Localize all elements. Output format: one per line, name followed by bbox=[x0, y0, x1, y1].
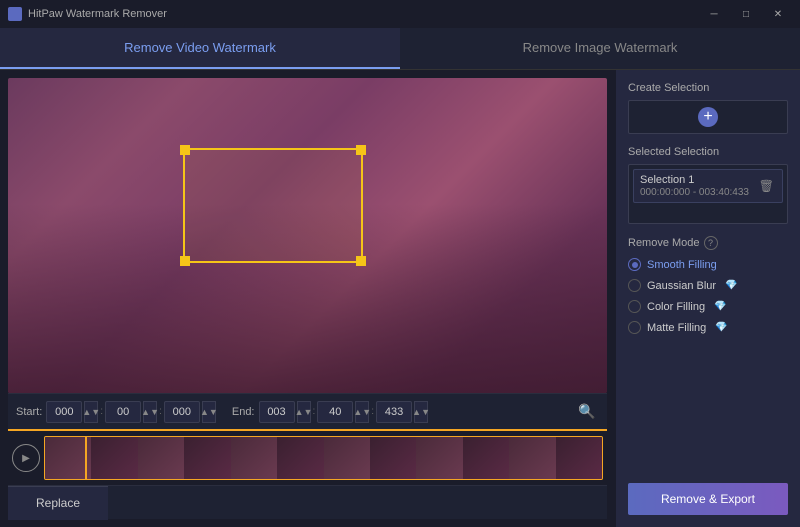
filmstrip-frame bbox=[556, 437, 602, 479]
end-minutes-spin[interactable]: ▲▼ bbox=[355, 401, 369, 423]
smooth-filling-label: Smooth Filling bbox=[647, 259, 717, 271]
start-minutes-spin[interactable]: ▲▼ bbox=[143, 401, 157, 423]
filmstrip-frame bbox=[184, 437, 230, 479]
premium-icon-matte: 💎 bbox=[715, 322, 727, 333]
end-hours-spin[interactable]: ▲▼ bbox=[297, 401, 311, 423]
gaussian-blur-label: Gaussian Blur bbox=[647, 280, 716, 292]
selection-list: Selection 1 000:00:000 - 003:40:433 🗑 bbox=[628, 164, 788, 224]
play-icon: ▶ bbox=[22, 453, 30, 464]
selection-name: Selection 1 bbox=[640, 174, 749, 186]
titlebar-controls: ─ □ ✕ bbox=[700, 4, 792, 24]
restore-button[interactable]: □ bbox=[732, 4, 760, 24]
start-minutes-input[interactable] bbox=[105, 401, 141, 423]
tabbar: Remove Video Watermark Remove Image Wate… bbox=[0, 28, 800, 70]
start-time-group: ▲▼ : ▲▼ : ▲▼ bbox=[46, 401, 216, 423]
bottom-bar: Replace bbox=[8, 485, 607, 519]
filmstrip-frame bbox=[463, 437, 509, 479]
end-minutes-input[interactable] bbox=[317, 401, 353, 423]
video-background bbox=[8, 78, 607, 393]
end-seconds-spin[interactable]: ▲▼ bbox=[414, 401, 428, 423]
start-hours-spin[interactable]: ▲▼ bbox=[84, 401, 98, 423]
play-button[interactable]: ▶ bbox=[12, 444, 40, 472]
remove-mode-title: Remove Mode ? bbox=[628, 236, 788, 250]
filmstrip-frame bbox=[91, 437, 137, 479]
create-selection-area[interactable]: + bbox=[628, 100, 788, 134]
search-button[interactable]: 🔍 bbox=[575, 400, 599, 424]
color-filling-label: Color Filling bbox=[647, 301, 705, 313]
radio-outer-gaussian bbox=[628, 279, 641, 292]
radio-color-filling[interactable]: Color Filling 💎 bbox=[628, 300, 788, 313]
delete-selection-button[interactable]: 🗑 bbox=[757, 177, 776, 195]
main-content: Start: ▲▼ : ▲▼ : ▲▼ End: ▲▼ : ▲▼ : ▲▼ bbox=[0, 70, 800, 527]
replace-button[interactable]: Replace bbox=[8, 486, 108, 520]
help-icon[interactable]: ? bbox=[704, 236, 718, 250]
handle-top-left[interactable] bbox=[180, 145, 190, 155]
handle-bottom-left[interactable] bbox=[180, 256, 190, 266]
matte-filling-label: Matte Filling bbox=[647, 322, 706, 334]
radio-matte-filling[interactable]: Matte Filling 💎 bbox=[628, 321, 788, 334]
create-selection-title: Create Selection bbox=[628, 82, 788, 94]
radio-gaussian-blur[interactable]: Gaussian Blur 💎 bbox=[628, 279, 788, 292]
titlebar-left: HitPaw Watermark Remover bbox=[8, 7, 167, 21]
end-label: End: bbox=[232, 406, 255, 418]
start-hours-input[interactable] bbox=[46, 401, 82, 423]
premium-icon-gaussian: 💎 bbox=[725, 280, 737, 291]
add-selection-icon: + bbox=[698, 107, 718, 127]
filmstrip[interactable] bbox=[44, 436, 603, 480]
premium-icon-color: 💎 bbox=[714, 301, 726, 312]
tab-remove-video[interactable]: Remove Video Watermark bbox=[0, 28, 400, 69]
selection-box[interactable] bbox=[183, 148, 363, 263]
start-label: Start: bbox=[16, 406, 42, 418]
app-title: HitPaw Watermark Remover bbox=[28, 8, 167, 20]
tab-remove-image[interactable]: Remove Image Watermark bbox=[400, 28, 800, 69]
video-area: Start: ▲▼ : ▲▼ : ▲▼ End: ▲▼ : ▲▼ : ▲▼ bbox=[0, 70, 615, 527]
filmstrip-frame bbox=[277, 437, 323, 479]
handle-top-right[interactable] bbox=[356, 145, 366, 155]
radio-smooth-filling[interactable]: Smooth Filling bbox=[628, 258, 788, 271]
radio-group: Smooth Filling Gaussian Blur 💎 Color Fil… bbox=[628, 258, 788, 334]
radio-outer-color bbox=[628, 300, 641, 313]
video-preview bbox=[8, 78, 607, 393]
radio-outer-matte bbox=[628, 321, 641, 334]
playhead[interactable] bbox=[85, 437, 87, 479]
selection-item-1[interactable]: Selection 1 000:00:000 - 003:40:433 🗑 bbox=[633, 169, 783, 203]
handle-bottom-right[interactable] bbox=[356, 256, 366, 266]
export-area: Remove & Export bbox=[628, 475, 788, 515]
filmstrip-frame bbox=[416, 437, 462, 479]
selection-time: 000:00:000 - 003:40:433 bbox=[640, 187, 749, 198]
app-icon bbox=[8, 7, 22, 21]
filmstrip-frame bbox=[509, 437, 555, 479]
filmstrip-frame bbox=[370, 437, 416, 479]
selection-item-info: Selection 1 000:00:000 - 003:40:433 bbox=[640, 174, 749, 198]
right-panel: Create Selection + Selected Selection Se… bbox=[615, 70, 800, 527]
filmstrip-frames bbox=[45, 437, 602, 479]
timeline-controls: Start: ▲▼ : ▲▼ : ▲▼ End: ▲▼ : ▲▼ : ▲▼ bbox=[8, 393, 607, 429]
filmstrip-frame bbox=[138, 437, 184, 479]
end-hours-input[interactable] bbox=[259, 401, 295, 423]
search-icon: 🔍 bbox=[578, 403, 595, 420]
timeline-strip: ▶ bbox=[8, 429, 607, 485]
filmstrip-frame bbox=[324, 437, 370, 479]
end-time-group: ▲▼ : ▲▼ : ▲▼ bbox=[259, 401, 429, 423]
titlebar: HitPaw Watermark Remover ─ □ ✕ bbox=[0, 0, 800, 28]
start-seconds-input[interactable] bbox=[164, 401, 200, 423]
minimize-button[interactable]: ─ bbox=[700, 4, 728, 24]
end-seconds-input[interactable] bbox=[376, 401, 412, 423]
export-button[interactable]: Remove & Export bbox=[628, 483, 788, 515]
radio-inner-smooth bbox=[632, 262, 638, 268]
close-button[interactable]: ✕ bbox=[764, 4, 792, 24]
delete-icon: 🗑 bbox=[759, 179, 774, 193]
filmstrip-frame bbox=[231, 437, 277, 479]
selected-selection-title: Selected Selection bbox=[628, 146, 788, 158]
start-seconds-spin[interactable]: ▲▼ bbox=[202, 401, 216, 423]
radio-outer-smooth bbox=[628, 258, 641, 271]
